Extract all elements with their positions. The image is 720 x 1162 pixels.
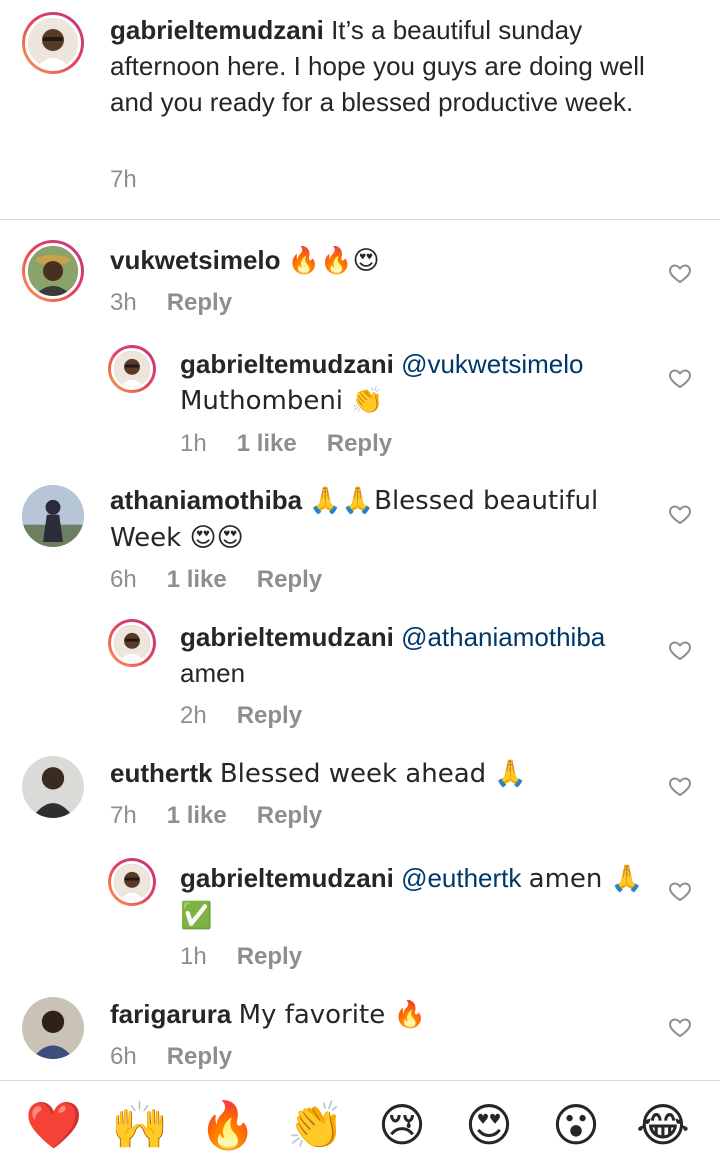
heart-outline-icon[interactable]: [668, 366, 692, 390]
post-caption: gabrieltemudzani It’s a beautiful sunday…: [0, 0, 720, 220]
comment-text: athaniamothiba 🙏🙏Blessed beautiful Week …: [110, 482, 650, 556]
caption-avatar[interactable]: [22, 12, 84, 74]
comment-time: 6h: [110, 1043, 137, 1070]
caption-text: gabrieltemudzani It’s a beautiful sunday…: [110, 12, 670, 120]
comment-meta: 1h Reply: [180, 942, 332, 972]
mention-link[interactable]: @vukwetsimelo: [401, 349, 583, 379]
comment-meta: 6h 1 like Reply: [110, 565, 352, 595]
heart-outline-icon[interactable]: [668, 774, 692, 798]
comment-username[interactable]: gabrieltemudzani: [180, 863, 394, 893]
comment-time: 6h: [110, 566, 137, 593]
reply-button[interactable]: Reply: [237, 943, 302, 970]
heart-eyes-emoji-button[interactable]: 😍: [459, 1095, 519, 1155]
comment-text: farigarura My favorite 🔥: [110, 996, 650, 1033]
crying-emoji-button[interactable]: 😢: [372, 1095, 432, 1155]
reply-button[interactable]: Reply: [167, 289, 232, 316]
comment-body: Blessed week ahead 🙏: [219, 759, 527, 789]
comment-meta: 6h Reply: [110, 1042, 262, 1072]
comment-meta: 1h 1 like Reply: [180, 429, 422, 459]
comment-body: Muthombeni 👏: [180, 386, 384, 416]
comment-meta: 3h Reply: [110, 288, 262, 318]
reply-button[interactable]: Reply: [257, 566, 322, 593]
commenter-avatar[interactable]: [22, 240, 84, 302]
emoji-quick-bar: ❤️ 🙌 🔥 👏 😢 😍 😮 😂: [0, 1080, 720, 1162]
comment-username[interactable]: gabrieltemudzani: [180, 349, 394, 379]
commenter-avatar[interactable]: [108, 345, 156, 393]
comment-time: 7h: [110, 802, 137, 829]
fire-emoji-button[interactable]: 🔥: [198, 1095, 258, 1155]
commenter-avatar[interactable]: [22, 997, 84, 1059]
heart-outline-icon[interactable]: [668, 261, 692, 285]
heart-outline-icon[interactable]: [668, 1015, 692, 1039]
commenter-avatar[interactable]: [108, 619, 156, 667]
comment-text: gabrieltemudzani @vukwetsimelo Muthomben…: [180, 346, 650, 419]
comment-username[interactable]: farigarura: [110, 999, 231, 1029]
comment-text: vukwetsimelo 🔥🔥😍: [110, 242, 650, 279]
comment-time: 1h: [180, 430, 207, 457]
caption-meta: 7h: [110, 165, 167, 195]
likes-count[interactable]: 1 like: [167, 802, 227, 829]
caption-time: 7h: [110, 166, 137, 193]
comment-time: 1h: [180, 943, 207, 970]
laughing-emoji-button[interactable]: 😂: [633, 1095, 693, 1155]
heart-outline-icon[interactable]: [668, 502, 692, 526]
comment-username[interactable]: euthertk: [110, 758, 213, 788]
comment-text: gabrieltemudzani @euthertk amen 🙏✅: [180, 860, 650, 934]
likes-count[interactable]: 1 like: [167, 566, 227, 593]
surprised-emoji-button[interactable]: 😮: [546, 1095, 606, 1155]
comment-username[interactable]: gabrieltemudzani: [180, 622, 394, 652]
comment-meta: 2h Reply: [180, 701, 332, 731]
reply-button[interactable]: Reply: [327, 430, 392, 457]
comment-time: 2h: [180, 702, 207, 729]
reply-button[interactable]: Reply: [257, 802, 322, 829]
comment-time: 3h: [110, 289, 137, 316]
heart-emoji-button[interactable]: ❤️: [24, 1095, 84, 1155]
heart-outline-icon[interactable]: [668, 638, 692, 662]
comment-username[interactable]: athaniamothiba: [110, 485, 302, 515]
commenter-avatar[interactable]: [108, 858, 156, 906]
comment-meta: 7h 1 like Reply: [110, 801, 352, 831]
comment-text: euthertk Blessed week ahead 🙏: [110, 755, 650, 792]
comment-text: gabrieltemudzani @athaniamothiba amen: [180, 619, 650, 691]
mention-link[interactable]: @euthertk: [401, 863, 521, 893]
mention-link[interactable]: @athaniamothiba: [401, 622, 605, 652]
comment-username[interactable]: vukwetsimelo: [110, 245, 281, 275]
reply-button[interactable]: Reply: [237, 702, 302, 729]
comment-body: My favorite 🔥: [238, 1000, 426, 1030]
raised-hands-emoji-button[interactable]: 🙌: [110, 1095, 170, 1155]
caption-username[interactable]: gabrieltemudzani: [110, 15, 324, 45]
likes-count[interactable]: 1 like: [237, 430, 297, 457]
heart-outline-icon[interactable]: [668, 879, 692, 903]
commenter-avatar[interactable]: [22, 756, 84, 818]
reply-button[interactable]: Reply: [167, 1043, 232, 1070]
commenter-avatar[interactable]: [22, 485, 84, 547]
comment-body: amen: [180, 658, 246, 688]
comment-body: 🔥🔥😍: [287, 246, 380, 276]
clap-emoji-button[interactable]: 👏: [286, 1095, 346, 1155]
